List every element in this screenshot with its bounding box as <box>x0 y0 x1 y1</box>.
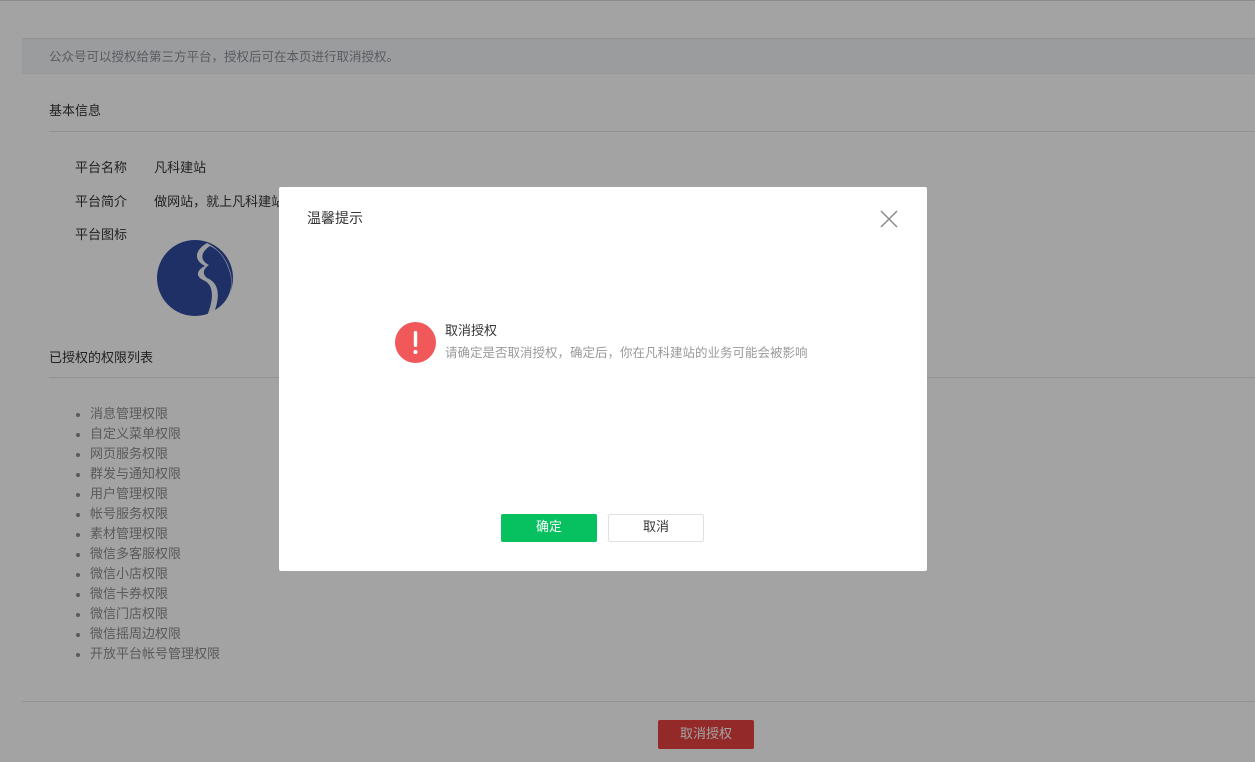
confirm-button[interactable]: 确定 <box>501 514 597 542</box>
message-title: 取消授权 <box>445 324 498 339</box>
close-icon[interactable] <box>877 207 901 231</box>
cancel-button[interactable]: 取消 <box>608 514 704 542</box>
confirm-dialog: 温馨提示 取消授权 请确定是否取消授权，确定后，你在凡科建站的业务可能会被影响 … <box>279 187 927 571</box>
message-description: 请确定是否取消授权，确定后，你在凡科建站的业务可能会被影响 <box>445 345 808 360</box>
warning-icon <box>395 322 436 363</box>
dialog-title: 温馨提示 <box>307 211 363 227</box>
